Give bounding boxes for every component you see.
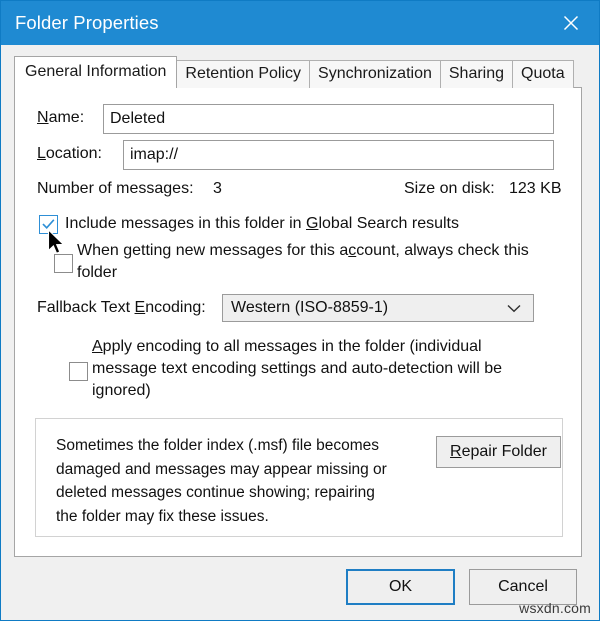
check-new-messages-label-line2: folder [77, 264, 118, 281]
repair-folder-description: Sometimes the folder index (.msf) file b… [56, 434, 387, 528]
repair-desc-line4: the folder may fix these issues. [56, 507, 269, 525]
fallback-encoding-value: Western (ISO-8859-1) [231, 299, 389, 316]
apply-encoding-checkbox[interactable] [69, 362, 88, 381]
size-on-disk-label: Size on disk: [404, 180, 495, 197]
repair-folder-button[interactable]: Repair Folder [436, 436, 561, 468]
ok-button[interactable]: OK [346, 569, 455, 605]
fallback-encoding-label-pre: Fallback Text [37, 299, 135, 316]
repair-folder-button-accel: R [450, 443, 462, 460]
apply-encoding-label-line2: message text encoding settings and auto-… [92, 360, 503, 377]
name-label-accel: N [37, 109, 49, 126]
close-icon [561, 13, 581, 33]
fallback-encoding-label-post: ncoding: [145, 299, 206, 316]
location-label-accel: L [37, 145, 46, 162]
repair-desc-line2: damaged and messages may appear missing … [56, 460, 387, 478]
title-bar: Folder Properties [1, 1, 599, 45]
global-search-label[interactable]: Include messages in this folder in Globa… [65, 213, 459, 235]
watermark: wsxdn.com [519, 600, 591, 616]
folder-properties-window: Folder Properties General Information Re… [0, 0, 600, 621]
name-input-value: Deleted [110, 110, 166, 127]
location-label-rest: ocation: [45, 145, 102, 162]
size-on-disk-value: 123 KB [509, 180, 562, 197]
repair-desc-line1: Sometimes the folder index (.msf) file b… [56, 437, 380, 454]
check-new-messages-label[interactable]: When getting new messages for this accou… [77, 240, 529, 284]
repair-folder-group: Sometimes the folder index (.msf) file b… [35, 418, 563, 537]
global-search-label-pre: Include messages in this folder in [65, 215, 307, 232]
window-title: Folder Properties [15, 12, 159, 33]
tab-retention-policy[interactable]: Retention Policy [176, 60, 311, 88]
message-count-value: 3 [213, 180, 222, 197]
location-input-value: imap:// [130, 146, 179, 163]
fallback-encoding-label: Fallback Text Encoding: [37, 299, 206, 317]
check-new-messages-checkbox[interactable] [54, 254, 73, 273]
location-label: Location: [37, 145, 102, 163]
fallback-encoding-select[interactable]: Western (ISO-8859-1) [222, 294, 534, 322]
tab-general-information[interactable]: General Information [14, 56, 178, 88]
chevron-down-icon [507, 304, 521, 313]
name-label-rest: ame: [48, 109, 85, 126]
tab-strip: General Information Retention Policy Syn… [14, 56, 574, 88]
apply-encoding-label-accel: A [92, 338, 103, 355]
close-button[interactable] [543, 1, 599, 45]
global-search-label-post: lobal Search results [318, 215, 459, 232]
ok-button-label: OK [388, 578, 413, 595]
name-label: Name: [37, 109, 84, 127]
check-new-messages-label-pre: When getting new messages for this a [77, 242, 349, 259]
check-new-messages-label-post: count, always check this [356, 242, 529, 259]
apply-encoding-label-line3: ignored) [92, 382, 151, 399]
message-count-label: Number of messages: [37, 180, 194, 197]
fallback-encoding-label-accel: E [134, 299, 146, 316]
global-search-label-accel: G [306, 215, 319, 232]
tab-page-general-information: Name: Deleted Location: imap:// Number o… [14, 87, 582, 557]
cancel-button-label: Cancel [498, 578, 548, 595]
tab-synchronization[interactable]: Synchronization [309, 60, 441, 88]
repair-folder-button-label: epair Folder [461, 443, 547, 460]
name-input[interactable]: Deleted [103, 104, 554, 134]
dialog-body: General Information Retention Policy Syn… [2, 45, 599, 620]
tab-quota[interactable]: Quota [512, 60, 574, 88]
global-search-checkbox[interactable] [39, 215, 58, 234]
tab-sharing[interactable]: Sharing [439, 60, 514, 88]
location-input[interactable]: imap:// [123, 140, 554, 170]
repair-desc-line3: deleted messages continue showing; repai… [56, 484, 375, 501]
apply-encoding-label-line1: pply encoding to all messages in the fol… [102, 338, 482, 355]
apply-encoding-label[interactable]: Apply encoding to all messages in the fo… [92, 336, 502, 402]
